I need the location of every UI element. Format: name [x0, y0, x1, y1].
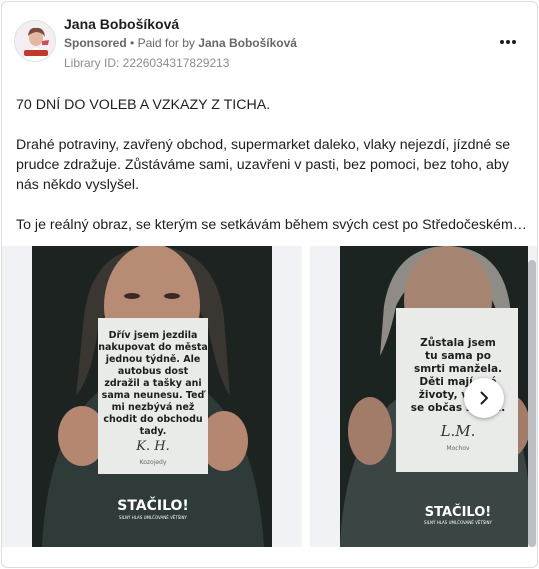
sign-line: smrti manžela.	[414, 363, 502, 375]
sign-signature: K. H.	[135, 439, 169, 454]
paid-for-name[interactable]: Jana Bobošíková	[198, 36, 297, 50]
sign-location: Kozojedy	[140, 459, 167, 466]
carousel-next-button[interactable]	[464, 378, 504, 418]
sign-location: Mochov	[446, 445, 470, 452]
sign-line: Zůstala jsem	[420, 336, 496, 349]
more-horizontal-icon	[499, 40, 504, 44]
avatar-image	[15, 21, 55, 61]
sign-line: tu sama po	[425, 350, 491, 362]
sign-line: chodit do obchodu	[103, 414, 202, 425]
sign-line: autobus dost	[118, 366, 189, 377]
carousel-slide-image[interactable]: Dřív jsem jezdila nakupovat do města jed…	[32, 246, 272, 547]
brand-tagline: SILNÝ HLAS UMLČOVANÉ VĚTŠINY	[119, 515, 187, 520]
advertiser-name[interactable]: Jana Bobošíková	[64, 16, 179, 32]
sign-line: zdražil a tašky ani	[104, 378, 201, 389]
sign-line: jednou týdně. Ale	[105, 354, 201, 365]
post-paragraph-truncated: To je reálný obraz, se kterým se setkává…	[16, 217, 527, 233]
chevron-right-icon	[480, 391, 488, 405]
separator: •	[130, 36, 135, 50]
post-body: 70 DNÍ DO VOLEB A VZKAZY Z TICHA. Drahé …	[16, 95, 528, 255]
sign-line: mi nezbývá než	[112, 402, 195, 413]
sign-line: nakupovat do města	[98, 342, 208, 353]
slide-photo: Dřív jsem jezdila nakupovat do města jed…	[32, 246, 272, 547]
image-carousel: Dřív jsem jezdila nakupovat do města jed…	[2, 246, 537, 547]
more-options-button[interactable]	[494, 32, 522, 52]
sign-line: tady.	[140, 426, 167, 437]
brand-logo: STAČILO!	[117, 496, 189, 514]
sign-signature: L.M.	[440, 422, 476, 440]
library-id: Library ID: 2226034317829213	[64, 56, 230, 70]
brand-tagline: SILNÝ HLAS UMLČOVANÉ VĚTŠINY	[424, 520, 492, 525]
ad-card: Jana Bobošíková Sponsored • Paid for by …	[1, 1, 538, 568]
advertiser-avatar[interactable]	[14, 20, 56, 62]
post-paragraph: Drahé potraviny, zavřený obchod, superma…	[16, 137, 511, 193]
sign-line: sama neunesu. Teď	[102, 390, 207, 401]
sponsored-line: Sponsored • Paid for by Jana Bobošíková	[64, 36, 297, 50]
sign-line: Dřív jsem jezdila	[109, 330, 198, 341]
scrollbar-thumb[interactable]	[528, 260, 536, 547]
post-headline: 70 DNÍ DO VOLEB A VZKAZY Z TICHA.	[16, 97, 271, 113]
brand-logo: STAČILO!	[425, 504, 491, 520]
sponsored-label: Sponsored	[64, 36, 127, 50]
paid-for-prefix: Paid for by	[137, 36, 195, 50]
